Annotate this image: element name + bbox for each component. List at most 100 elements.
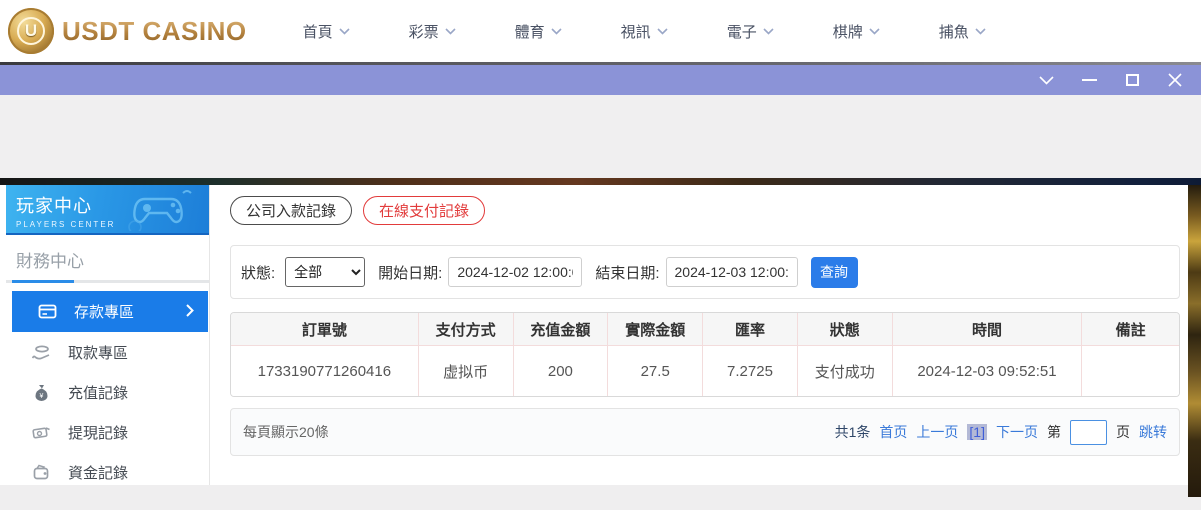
brand-name: USDT CASINO	[62, 16, 247, 47]
col-status: 狀態	[798, 313, 893, 346]
app-window: U USDT CASINO 首頁 彩票 體育 視訊 電子	[0, 0, 1201, 510]
col-actual-amount: 實際金額	[608, 313, 703, 346]
minimize-icon[interactable]	[1081, 72, 1097, 88]
col-time: 時間	[893, 313, 1083, 346]
top-navigation-bar: U USDT CASINO 首頁 彩票 體育 視訊 電子	[0, 0, 1201, 62]
sidebar-item-withdraw-zone[interactable]: 取款專區	[6, 332, 209, 372]
col-order-no: 訂單號	[231, 313, 419, 346]
pagination-controls: 共1条 首页 上一页 [1] 下一页 第 页 跳转	[835, 420, 1167, 445]
jump-suffix-label: 页	[1116, 422, 1130, 442]
pagination-bar: 每頁顯示20條 共1条 首页 上一页 [1] 下一页 第 页 跳转	[230, 408, 1180, 456]
sidebar-item-deposit-zone[interactable]: 存款專區	[12, 291, 208, 332]
main-panel: 公司入款記錄 在線支付記錄 狀態: 全部 開始日期: 結束日期: 查詢 訂單號	[210, 185, 1188, 485]
nav-item-cards[interactable]: 棋牌	[833, 21, 880, 42]
nav-item-slots[interactable]: 電子	[727, 21, 774, 42]
end-date-label: 結束日期:	[595, 262, 659, 283]
background-image-sliver	[1188, 185, 1201, 497]
status-label: 狀態:	[241, 262, 275, 283]
nav-item-sports[interactable]: 體育	[515, 21, 562, 42]
payment-records-table: 訂單號 支付方式 充值金額 實際金額 匯率 狀態 時間 備註 173319077…	[230, 312, 1180, 397]
cell-status: 支付成功	[798, 346, 893, 396]
total-count-text: 共1条	[835, 422, 871, 442]
table-header-row: 訂單號 支付方式 充值金額 實際金額 匯率 狀態 時間 備註	[231, 313, 1179, 346]
bottom-strip	[0, 485, 1188, 510]
chevron-down-icon	[445, 28, 456, 35]
col-remark: 備註	[1082, 313, 1179, 346]
nav-item-live[interactable]: 視訊	[621, 21, 668, 42]
chevron-down-icon	[657, 28, 668, 35]
nav-item-fishing[interactable]: 捕魚	[939, 21, 986, 42]
start-date-label: 開始日期:	[378, 262, 442, 283]
section-underline-accent	[12, 280, 74, 283]
logo-ball-icon: U	[8, 8, 54, 54]
cell-remark	[1082, 346, 1179, 396]
cell-exchange-rate: 7.2725	[703, 346, 798, 396]
nav-item-label: 棋牌	[833, 21, 863, 42]
filter-bar: 狀態: 全部 開始日期: 結束日期: 查詢	[230, 245, 1180, 299]
cell-time: 2024-12-03 09:52:51	[893, 346, 1083, 396]
chevron-right-icon	[186, 304, 194, 317]
close-icon[interactable]	[1167, 72, 1183, 88]
sidebar-item-withdrawal-records[interactable]: 提現記錄	[6, 412, 209, 452]
brand-logo[interactable]: U USDT CASINO	[8, 8, 247, 54]
cell-actual-amount: 27.5	[608, 346, 703, 396]
chevron-down-icon	[551, 28, 562, 35]
recharge-record-icon: ¥	[32, 383, 51, 402]
finance-center-heading: 財務中心	[6, 235, 209, 280]
chevron-down-icon	[763, 28, 774, 35]
end-date-input[interactable]	[666, 257, 798, 287]
cell-order-no: 1733190771260416	[231, 346, 419, 396]
chevron-down-icon	[975, 28, 986, 35]
nav-item-home[interactable]: 首頁	[303, 21, 350, 42]
cell-recharge-amount: 200	[514, 346, 609, 396]
record-tabs: 公司入款記錄 在線支付記錄	[230, 196, 485, 225]
nav-item-label: 捕魚	[939, 21, 969, 42]
search-button[interactable]: 查詢	[811, 257, 858, 288]
gamepad-icon	[125, 189, 199, 231]
maximize-icon[interactable]	[1124, 72, 1140, 88]
current-page-indicator[interactable]: [1]	[967, 424, 987, 440]
chevron-down-icon	[339, 28, 350, 35]
nav-item-label: 電子	[727, 21, 757, 42]
withdraw-icon	[32, 343, 51, 362]
sidebar-menu: 存款專區 取款專區 ¥ 充值記錄	[6, 291, 209, 492]
sidebar: 玩家中心 PLAYERS CENTER 財務中心	[6, 185, 210, 485]
nav-item-label: 彩票	[409, 21, 439, 42]
next-page-link[interactable]: 下一页	[996, 422, 1038, 442]
titlebar-chevron-down-icon[interactable]	[1038, 72, 1054, 88]
section-underline	[6, 280, 209, 283]
sidebar-item-label: 取款專區	[68, 342, 128, 363]
funds-record-icon	[32, 463, 51, 482]
window-titlebar	[0, 65, 1201, 95]
table-row: 1733190771260416 虚拟币 200 27.5 7.2725 支付成…	[231, 346, 1179, 396]
nav-item-label: 視訊	[621, 21, 651, 42]
sidebar-item-recharge-records[interactable]: ¥ 充值記錄	[6, 372, 209, 412]
nav-item-lottery[interactable]: 彩票	[409, 21, 456, 42]
status-select[interactable]: 全部	[285, 257, 365, 287]
chevron-down-icon	[869, 28, 880, 35]
logo-letter: U	[17, 17, 45, 45]
withdrawal-record-icon	[32, 423, 51, 442]
nav-item-label: 體育	[515, 21, 545, 42]
svg-text:¥: ¥	[40, 393, 44, 400]
col-exchange-rate: 匯率	[703, 313, 798, 346]
col-recharge-amount: 充值金額	[514, 313, 609, 346]
nav-item-label: 首頁	[303, 21, 333, 42]
jump-button[interactable]: 跳转	[1139, 422, 1167, 442]
start-date-input[interactable]	[448, 257, 582, 287]
content-area: 玩家中心 PLAYERS CENTER 財務中心	[0, 185, 1188, 485]
main-menu: 首頁 彩票 體育 視訊 電子 棋牌	[303, 21, 986, 42]
sidebar-item-label: 充值記錄	[68, 382, 128, 403]
jump-prefix-label: 第	[1047, 422, 1061, 442]
page-jump-input[interactable]	[1070, 420, 1107, 445]
dark-banner-strip	[0, 178, 1201, 185]
prev-page-link[interactable]: 上一页	[916, 422, 958, 442]
cell-pay-method: 虚拟币	[419, 346, 514, 396]
tab-online-payment-records[interactable]: 在線支付記錄	[363, 196, 485, 225]
first-page-link[interactable]: 首页	[879, 422, 907, 442]
tab-company-deposit-records[interactable]: 公司入款記錄	[230, 196, 352, 225]
sidebar-item-label: 提現記錄	[68, 422, 128, 443]
page-size-text: 每頁顯示20條	[243, 422, 329, 442]
sidebar-header: 玩家中心 PLAYERS CENTER	[6, 185, 209, 235]
sidebar-item-label: 存款專區	[74, 301, 134, 322]
